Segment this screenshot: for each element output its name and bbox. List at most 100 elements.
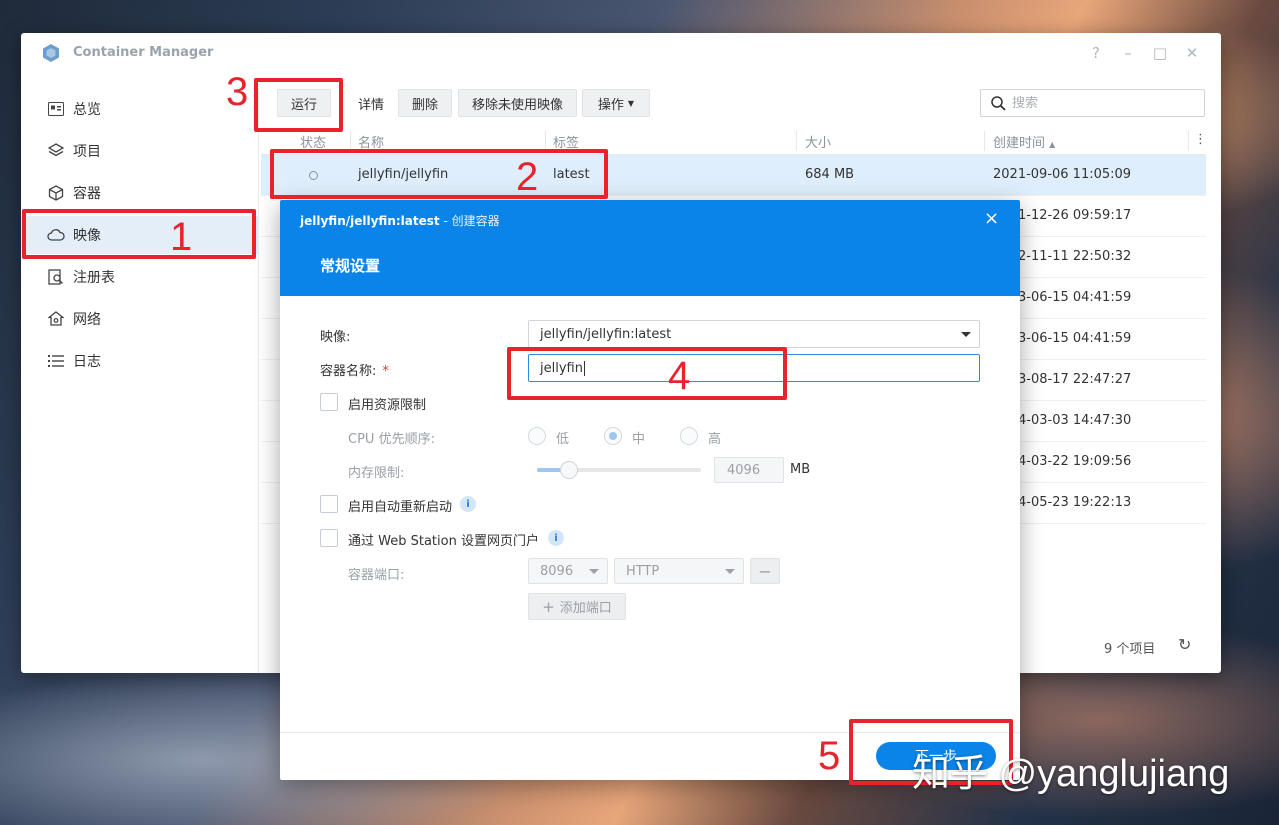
info-icon[interactable]: i bbox=[548, 530, 564, 546]
port-select[interactable]: 8096 bbox=[528, 558, 608, 584]
annotation-number-2: 2 bbox=[516, 155, 539, 199]
list-icon bbox=[47, 352, 65, 370]
dialog-header: jellyfin/jellyfin:latest - 创建容器 × 常规设置 bbox=[280, 200, 1020, 296]
sidebar-item-label: 网络 bbox=[73, 312, 101, 328]
annotation-number-3: 3 bbox=[226, 70, 249, 114]
protocol-select-value: HTTP bbox=[626, 563, 660, 579]
app-title: Container Manager bbox=[73, 45, 214, 60]
watermark: 知乎 @yanglujiang bbox=[912, 753, 1230, 795]
annotation-box-2 bbox=[270, 149, 608, 199]
annotation-box-3 bbox=[254, 78, 343, 132]
col-created-label: 创建时间 bbox=[993, 136, 1046, 151]
sidebar-item-label: 总览 bbox=[73, 102, 101, 118]
dialog-title-sub: - 创建容器 bbox=[439, 214, 500, 228]
close-icon[interactable]: ✕ bbox=[1183, 44, 1201, 62]
cpu-medium-label: 中 bbox=[632, 432, 646, 447]
remove-unused-images-button[interactable]: 移除未使用映像 bbox=[458, 89, 577, 117]
add-port-label: 添加端口 bbox=[559, 601, 612, 616]
resource-limit-checkbox[interactable] bbox=[320, 393, 338, 411]
sidebar-item-registry[interactable]: 注册表 bbox=[21, 258, 259, 296]
minimize-icon[interactable]: – bbox=[1119, 44, 1137, 62]
column-menu-icon[interactable]: ⋮ bbox=[1194, 132, 1207, 147]
cpu-medium-radio[interactable] bbox=[604, 427, 622, 445]
image-created: 4-03-03 14:47:30 bbox=[1018, 413, 1132, 428]
container-name-label: 容器名称: * bbox=[320, 360, 389, 379]
dialog-close-icon[interactable]: × bbox=[984, 208, 999, 229]
sidebar-item-containers[interactable]: 容器 bbox=[21, 174, 259, 212]
memory-slider-handle[interactable] bbox=[560, 461, 578, 479]
image-created: 2-11-11 22:50:32 bbox=[1018, 249, 1132, 264]
chevron-down-icon bbox=[589, 569, 599, 574]
cpu-high-label: 高 bbox=[708, 432, 722, 447]
title-bar: Container Manager ? – □ ✕ bbox=[21, 33, 1221, 73]
cube-icon bbox=[47, 184, 65, 202]
sidebar-item-overview[interactable]: 总览 bbox=[21, 90, 259, 128]
actions-dropdown[interactable]: 操作 ▼ bbox=[582, 89, 650, 117]
image-created: 4-05-23 19:22:13 bbox=[1018, 495, 1132, 510]
webstation-checkbox[interactable] bbox=[320, 529, 338, 547]
col-divider bbox=[1188, 131, 1189, 151]
chevron-down-icon bbox=[725, 569, 735, 574]
image-created: 3-08-17 22:47:27 bbox=[1018, 372, 1132, 387]
col-divider bbox=[545, 131, 546, 151]
dialog-step-title: 常规设置 bbox=[320, 257, 381, 275]
network-home-icon bbox=[47, 310, 65, 328]
col-divider bbox=[796, 131, 797, 151]
annotation-number-1: 1 bbox=[170, 215, 193, 259]
port-select-value: 8096 bbox=[540, 563, 574, 579]
cpu-high-radio[interactable] bbox=[680, 427, 698, 445]
registry-search-icon bbox=[47, 268, 65, 286]
image-created: 3-06-15 04:41:59 bbox=[1018, 331, 1132, 346]
details-button[interactable]: 详情 bbox=[341, 89, 401, 117]
protocol-select[interactable]: HTTP bbox=[614, 558, 744, 584]
auto-restart-label: 启用自动重新启动 bbox=[348, 500, 453, 515]
add-port-button[interactable]: + 添加端口 bbox=[528, 593, 626, 620]
search-input[interactable] bbox=[1012, 95, 1192, 111]
image-size: 684 MB bbox=[805, 167, 855, 182]
cpu-low-radio[interactable] bbox=[528, 427, 546, 445]
annotation-number-5: 5 bbox=[818, 734, 841, 778]
col-divider bbox=[350, 131, 351, 151]
cpu-priority-label: CPU 优先顺序: bbox=[348, 432, 435, 447]
resource-limit-label: 启用资源限制 bbox=[348, 398, 427, 413]
maximize-icon[interactable]: □ bbox=[1151, 44, 1169, 62]
chevron-down-icon bbox=[961, 332, 971, 337]
delete-button[interactable]: 删除 bbox=[398, 89, 452, 117]
sidebar-item-label: 日志 bbox=[73, 354, 101, 370]
sidebar-item-projects[interactable]: 项目 bbox=[21, 132, 259, 170]
search-field[interactable] bbox=[980, 89, 1205, 117]
image-created: 1-12-26 09:59:17 bbox=[1018, 208, 1132, 223]
annotation-box-1 bbox=[22, 209, 256, 259]
sidebar-item-network[interactable]: 网络 bbox=[21, 300, 259, 338]
image-select-value: jellyfin/jellyfin:latest bbox=[540, 326, 672, 342]
webstation-label: 通过 Web Station 设置网页门户 bbox=[348, 534, 539, 549]
layers-icon bbox=[47, 142, 65, 160]
plus-icon: + bbox=[542, 597, 555, 616]
memory-limit-input[interactable]: 4096 bbox=[714, 457, 784, 483]
image-created: 3-06-15 04:41:59 bbox=[1018, 290, 1132, 305]
sidebar-item-logs[interactable]: 日志 bbox=[21, 342, 259, 380]
image-select[interactable]: jellyfin/jellyfin:latest bbox=[528, 320, 980, 348]
annotation-number-4: 4 bbox=[668, 354, 691, 398]
image-label: 映像: bbox=[320, 330, 351, 345]
col-created[interactable]: 创建时间 ▲ bbox=[993, 132, 1055, 151]
sidebar-item-label: 项目 bbox=[73, 144, 101, 160]
sidebar: 总览 项目 容器 映像 注册表 网络 日志 bbox=[21, 88, 259, 673]
required-mark: * bbox=[382, 364, 389, 379]
create-container-dialog: jellyfin/jellyfin:latest - 创建容器 × 常规设置 映… bbox=[280, 200, 1020, 780]
auto-restart-checkbox[interactable] bbox=[320, 495, 338, 513]
col-divider bbox=[984, 131, 985, 151]
sort-asc-icon: ▲ bbox=[1049, 140, 1056, 149]
remove-port-button[interactable]: − bbox=[750, 558, 780, 584]
dialog-title: jellyfin/jellyfin:latest - 创建容器 bbox=[300, 212, 500, 229]
col-size[interactable]: 大小 bbox=[805, 132, 831, 151]
memory-unit: MB bbox=[790, 462, 811, 477]
memory-limit-label: 内存限制: bbox=[348, 466, 405, 481]
cpu-low-label: 低 bbox=[556, 432, 570, 447]
help-icon[interactable]: ? bbox=[1087, 44, 1105, 62]
sidebar-item-label: 容器 bbox=[73, 186, 101, 202]
image-created: 4-03-22 19:09:56 bbox=[1018, 454, 1132, 469]
info-icon[interactable]: i bbox=[460, 496, 476, 512]
refresh-icon[interactable]: ↻ bbox=[1178, 635, 1191, 654]
caret-down-icon: ▼ bbox=[627, 98, 635, 108]
